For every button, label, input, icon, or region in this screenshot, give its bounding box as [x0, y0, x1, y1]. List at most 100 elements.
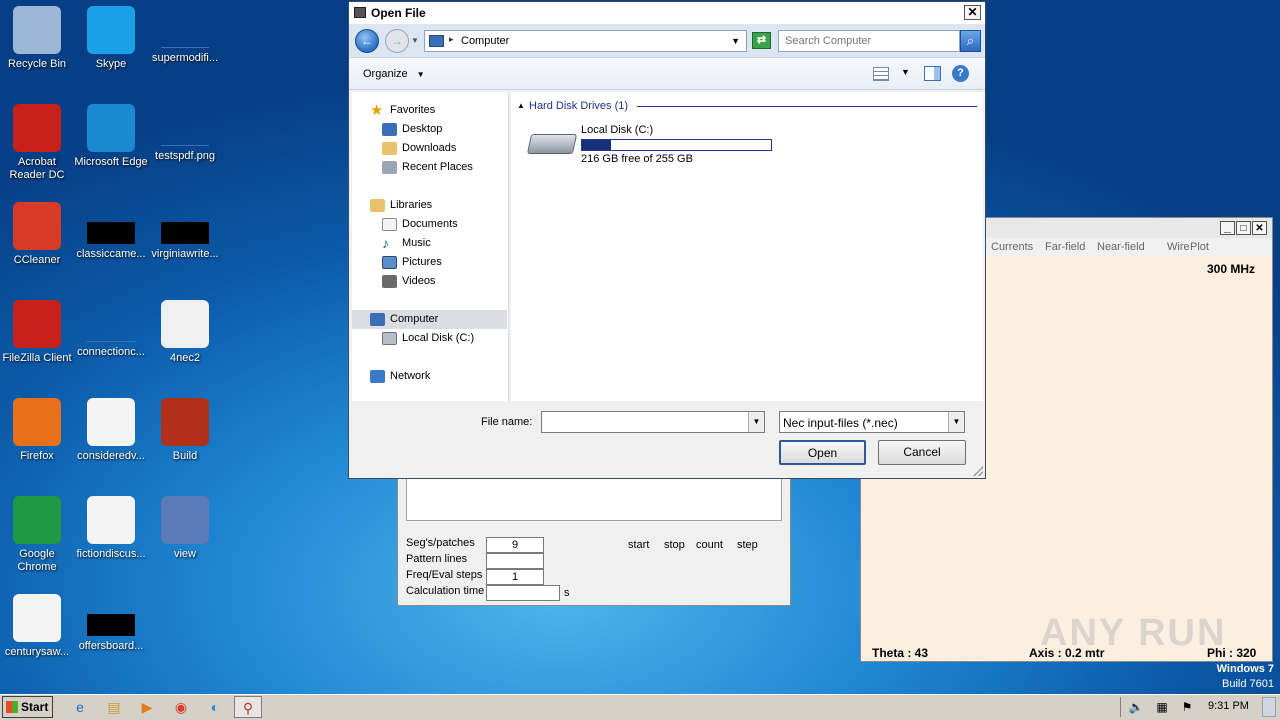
start-button[interactable]: Start — [2, 696, 53, 718]
media-player-taskbar-icon[interactable]: ▶ — [135, 696, 159, 718]
volume-icon[interactable]: 🔈 — [1124, 696, 1148, 718]
nav-music[interactable]: ♪ Music — [372, 234, 431, 253]
open-button[interactable]: Open — [779, 440, 866, 465]
desktop-icon-classiccame[interactable]: classiccame... — [74, 202, 148, 261]
address-text[interactable]: Computer — [461, 35, 509, 47]
desktop-icon-firefox[interactable]: Firefox — [0, 398, 74, 463]
group-header[interactable]: ▲ Hard Disk Drives (1) — [517, 100, 977, 114]
nav-local-disk[interactable]: Local Disk (C:) — [372, 329, 474, 348]
desktop-icon-connectionc[interactable]: connectionc... — [74, 300, 148, 359]
nav-network[interactable]: Network — [352, 367, 430, 386]
nav-videos-label: Videos — [402, 275, 436, 287]
desktop-icon-offersboard[interactable]: offersboard... — [74, 594, 148, 653]
nav-pictures-label: Pictures — [402, 256, 442, 268]
clock[interactable]: 9:31 PM — [1208, 700, 1249, 712]
desktop-icon-fictiondiscus[interactable]: fictiondiscus... — [74, 496, 148, 561]
show-desktop-button[interactable] — [1262, 697, 1276, 717]
chrome-taskbar-icon[interactable]: ◉ — [169, 696, 193, 718]
forward-icon[interactable]: → — [385, 29, 409, 53]
chevron-right-icon[interactable]: ▸ — [449, 34, 454, 45]
back-icon[interactable]: ← — [355, 29, 379, 53]
dialog-app-icon — [354, 7, 366, 18]
col-stop: stop — [664, 539, 685, 551]
minimize-button[interactable]: _ — [1220, 221, 1235, 235]
calc-unit: s — [564, 587, 570, 599]
help-icon[interactable]: ? — [952, 65, 969, 82]
organize-button[interactable]: Organize ▼ — [357, 64, 431, 84]
desktop-icon-google-chrome[interactable]: Google Chrome — [0, 496, 74, 574]
explorer-taskbar-icon[interactable]: ▤ — [102, 696, 126, 718]
desktop-icon-label: classiccame... — [76, 248, 146, 260]
cancel-button[interactable]: Cancel — [878, 440, 966, 465]
desktop-icon-microsoft-edge[interactable]: Microsoft Edge — [74, 104, 148, 169]
desktop-icon-centurysaw[interactable]: centurysaw... — [0, 594, 74, 659]
search-icon[interactable]: ⌕ — [960, 30, 981, 52]
nav-pictures[interactable]: Pictures — [372, 253, 442, 272]
desktop-icon-virginiawrite[interactable]: virginiawrite... — [148, 202, 222, 261]
menu-far-field[interactable]: Far-field — [1045, 241, 1085, 253]
refresh-icon[interactable]: ⇄ — [752, 32, 771, 49]
ie-taskbar-icon[interactable]: e — [68, 696, 92, 718]
menu-wire[interactable]: Wire — [1167, 241, 1190, 253]
group-divider — [637, 106, 977, 107]
nav-local-disk-label: Local Disk (C:) — [402, 332, 475, 344]
preview-pane-icon[interactable] — [924, 66, 941, 81]
tray-divider — [1120, 697, 1121, 717]
desktop-icon-filezilla[interactable]: FileZilla Client — [0, 300, 74, 365]
nav-downloads[interactable]: Downloads — [372, 139, 456, 158]
desktop-icon-recycle-bin[interactable]: Recycle Bin — [0, 6, 74, 71]
menu-currents[interactable]: Currents — [991, 241, 1033, 253]
address-bar[interactable]: ▸ Computer ▼ — [424, 30, 747, 52]
nav-libraries[interactable]: Libraries — [352, 196, 432, 215]
desktop-icon-testspdf[interactable]: testspdf.png — [148, 104, 222, 163]
drive-item[interactable]: Local Disk (C:) 216 GB free of 255 GB — [523, 122, 783, 168]
desktop-icon-skype[interactable]: Skype — [74, 6, 148, 71]
pattern-label: Pattern lines — [406, 553, 468, 565]
nav-favorites-label: Favorites — [390, 104, 436, 116]
address-dropdown-icon[interactable]: ▼ — [731, 36, 740, 46]
close-button[interactable]: ✕ — [1252, 221, 1267, 235]
supermodifi-icon — [161, 6, 209, 48]
nav-videos[interactable]: Videos — [372, 272, 435, 291]
collapse-icon[interactable]: ▲ — [517, 101, 525, 110]
filename-dropdown-icon[interactable]: ▼ — [748, 412, 764, 432]
nav-recent-places[interactable]: Recent Places — [372, 158, 473, 177]
edge-taskbar-icon[interactable]: ◐ — [203, 696, 227, 718]
filetype-select[interactable]: Nec input-files (*.nec) ▼ — [779, 411, 965, 433]
nec-taskbar-icon[interactable]: ⚲ — [234, 696, 262, 718]
menu-plot[interactable]: Plot — [1190, 241, 1209, 253]
desktop-icon-view[interactable]: view — [148, 496, 222, 561]
build-icon — [161, 398, 209, 446]
microsoft-edge-icon — [87, 104, 135, 152]
desktop-icon-build[interactable]: Build — [148, 398, 222, 463]
search-box[interactable] — [778, 30, 960, 52]
history-dropdown-icon[interactable]: ▼ — [411, 36, 419, 45]
resize-grip-icon[interactable] — [973, 466, 983, 476]
filename-input[interactable] — [542, 412, 746, 432]
action-center-icon[interactable]: ⚑ — [1175, 696, 1199, 718]
nav-desktop[interactable]: Desktop — [372, 120, 442, 139]
desktop-icon-supermodifi[interactable]: supermodifi... — [148, 6, 222, 65]
nav-favorites[interactable]: ★ Favorites — [352, 101, 435, 120]
search-input[interactable] — [779, 31, 959, 51]
desktop-icon-ccleaner[interactable]: CCleaner — [0, 202, 74, 267]
nav-documents[interactable]: Documents — [372, 215, 458, 234]
maximize-button[interactable]: □ — [1236, 221, 1251, 235]
view-options-icon[interactable] — [873, 67, 889, 81]
desktop-icon-acrobat-reader[interactable]: Acrobat Reader DC — [0, 104, 74, 182]
view-icon — [161, 496, 209, 544]
menu-near-field[interactable]: Near-field — [1097, 241, 1145, 253]
network-tray-icon[interactable]: ▦ — [1150, 696, 1174, 718]
dialog-close-button[interactable]: ✕ — [964, 5, 981, 20]
view-dropdown-icon[interactable]: ▼ — [901, 67, 910, 77]
nec-text-area[interactable] — [406, 475, 782, 521]
filetype-dropdown-icon[interactable]: ▼ — [948, 412, 964, 432]
segs-label: Seg's/patches — [406, 537, 475, 549]
nav-computer[interactable]: Computer — [352, 310, 507, 329]
libraries-icon — [370, 199, 385, 212]
drive-icon — [382, 332, 397, 345]
consideredv-icon — [87, 398, 135, 446]
filename-combobox[interactable]: ▼ — [541, 411, 765, 433]
desktop-icon-consideredv[interactable]: consideredv... — [74, 398, 148, 463]
desktop-icon-4nec2[interactable]: 4nec2 — [148, 300, 222, 365]
